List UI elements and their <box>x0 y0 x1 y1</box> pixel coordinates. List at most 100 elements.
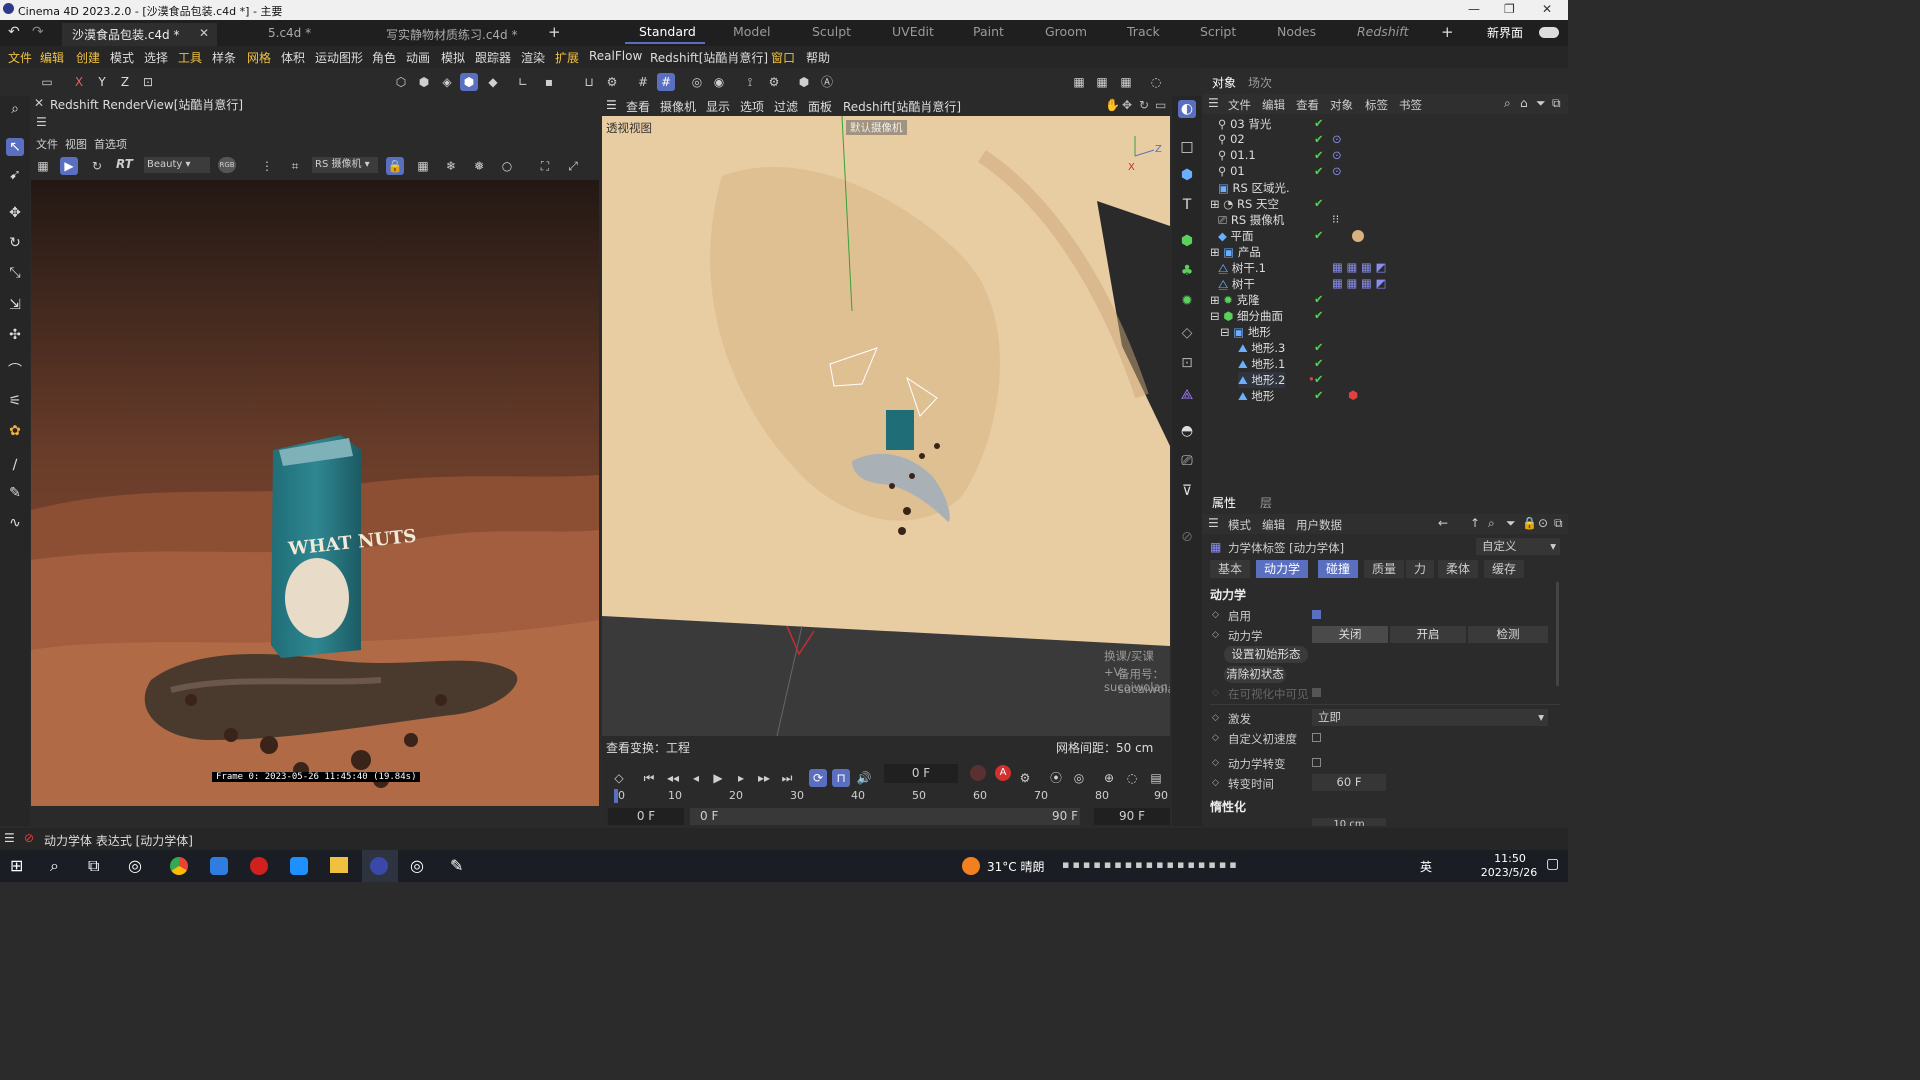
layout-tab-script[interactable]: Script <box>1200 24 1236 39</box>
menu-mograph[interactable]: 运动图形 <box>315 49 363 66</box>
menu-mesh[interactable]: 网格 <box>247 49 271 66</box>
current-frame-field[interactable]: 0 F <box>884 764 958 783</box>
menu-select[interactable]: 选择 <box>144 49 168 66</box>
anim-dot-icon[interactable]: ◇ <box>1212 610 1219 620</box>
app-search-icon[interactable]: ◎ <box>410 856 424 875</box>
subtab-basic[interactable]: 基本 <box>1210 560 1251 578</box>
snap-settings-icon[interactable]: ⚙ <box>603 73 621 91</box>
menu-realflow[interactable]: RealFlow <box>589 49 642 63</box>
chrome-icon[interactable] <box>170 857 188 875</box>
subtab-softbody[interactable]: 柔体 <box>1438 560 1479 578</box>
object-row[interactable]: ⊞ ◔ RS 天空 ✔ <box>1210 196 1324 212</box>
attr-search-icon[interactable]: ⌕ <box>1488 516 1495 531</box>
light-icon[interactable]: ◓ <box>1178 422 1196 440</box>
menu-mode[interactable]: 模式 <box>110 49 134 66</box>
rgb-toggle[interactable]: RGB <box>218 157 236 173</box>
anim-dot-icon[interactable]: ◇ <box>1212 733 1219 743</box>
layout-tab-redshift[interactable]: Redshift <box>1357 24 1409 39</box>
render-start-icon[interactable]: ▶ <box>60 157 78 175</box>
keyframe-settings-icon[interactable]: ⚙ <box>1016 769 1034 787</box>
points-mode-icon[interactable]: ⬡ <box>392 73 410 91</box>
go-start-icon[interactable]: ⏮ <box>640 769 658 787</box>
c4d-taskbar-icon[interactable] <box>370 857 388 875</box>
clock-date[interactable]: 2023/5/26 <box>1474 866 1544 879</box>
generator-icon[interactable]: ⬢ <box>1178 232 1196 250</box>
transform-icon[interactable]: ⇲ <box>6 296 24 314</box>
subtab-mass[interactable]: 质量 <box>1364 560 1405 578</box>
key-scale-icon[interactable]: ⊕ <box>1100 769 1118 787</box>
refresh-icon[interactable]: ↻ <box>88 157 106 175</box>
preset-select[interactable]: 自定义 ▾ <box>1476 538 1560 555</box>
texture-mode-icon[interactable]: ◆ <box>484 73 502 91</box>
preview-range-icon[interactable]: ⊓ <box>832 769 850 787</box>
tweak-mode-icon[interactable]: ▪ <box>540 73 558 91</box>
rv-menu-file[interactable]: 文件 <box>36 136 58 152</box>
subtab-force[interactable]: 力 <box>1406 560 1435 578</box>
vp-menu-view[interactable]: 查看 <box>626 98 650 115</box>
vp-menu-options[interactable]: 选项 <box>740 98 764 115</box>
back-icon[interactable]: ← <box>1438 516 1448 530</box>
go-end-icon[interactable]: ⏭ <box>778 769 796 787</box>
smooth-icon[interactable]: ∿ <box>6 514 24 532</box>
text-icon[interactable]: T <box>1178 196 1196 214</box>
tab-attributes[interactable]: 属性 <box>1212 494 1236 511</box>
menu-help[interactable]: 帮助 <box>806 49 830 66</box>
layout-tab-groom[interactable]: Groom <box>1045 24 1087 39</box>
close-icon[interactable]: ✕ <box>1542 2 1552 16</box>
aov-select[interactable]: Beauty ▾ <box>144 157 210 173</box>
new-window-icon[interactable]: ⧉ <box>1552 96 1561 111</box>
viewport-hamburger-icon[interactable]: ☰ <box>606 98 617 112</box>
object-row[interactable]: ⚲ 02 ✔ ⊙ <box>1218 132 1342 148</box>
brush-icon[interactable]: ∕ <box>6 456 24 474</box>
key-pla-icon[interactable]: ▤ <box>1147 769 1165 787</box>
character-icon[interactable]: ⟁ <box>1178 386 1196 404</box>
dynamics-on-button[interactable]: 开启 <box>1390 626 1466 643</box>
object-row[interactable]: ⚲ 01.1 ✔ ⊙ <box>1218 148 1342 164</box>
task-view-icon[interactable]: ⧉ <box>88 856 99 876</box>
menu-extensions[interactable]: 扩展 <box>555 49 579 66</box>
attr-menu-mode[interactable]: 模式 <box>1228 517 1251 533</box>
subtab-collision[interactable]: 碰撞 <box>1318 560 1359 578</box>
menu-volume[interactable]: 体积 <box>281 49 305 66</box>
circle-icon[interactable]: ○ <box>498 157 516 175</box>
object-row[interactable]: ⊞ ✹ 克隆 ✔ <box>1210 292 1324 308</box>
render-settings-icon[interactable]: ▦ <box>1117 73 1135 91</box>
object-row[interactable]: ⊞ ▣ 产品 <box>1210 244 1261 260</box>
camera-icon[interactable]: ⎚ <box>1178 452 1196 470</box>
layout-tab-model[interactable]: Model <box>733 24 771 39</box>
menu-edit[interactable]: 编辑 <box>40 49 64 66</box>
spline-pen-icon[interactable]: ✎ <box>6 484 24 502</box>
brush-tool-icon[interactable]: ⊘ <box>1178 528 1196 546</box>
snowflake-icon[interactable]: ❄ <box>442 157 460 175</box>
cube-icon[interactable]: ⬢ <box>1178 166 1196 184</box>
subtab-cache[interactable]: 缓存 <box>1484 560 1525 578</box>
clear-initial-state-button[interactable]: 清除初状态 <box>1224 666 1286 683</box>
end-frame-field[interactable]: 90 F <box>1094 808 1170 825</box>
floor-icon[interactable]: ⊽ <box>1178 482 1196 500</box>
anim-dot-icon[interactable]: ◇ <box>1212 778 1219 788</box>
menu-window[interactable]: 窗口 <box>771 49 795 66</box>
camera-select[interactable]: RS 摄像机 ▾ <box>312 157 378 173</box>
tiles-icon[interactable]: ▦ <box>414 157 432 175</box>
axis-x-toggle[interactable]: X <box>70 73 88 91</box>
explorer-icon[interactable] <box>330 857 348 873</box>
redshift-icon[interactable]: ◌ <box>1147 73 1165 91</box>
doc-tab-3[interactable]: 写实静物材质练习.c4d * <box>376 23 536 46</box>
layout-tab-sculpt[interactable]: Sculpt <box>812 24 851 39</box>
field-icon[interactable]: ◇ <box>1178 324 1196 342</box>
key-param-icon[interactable]: ◌ <box>1123 769 1141 787</box>
render-picture-viewer-icon[interactable]: ▦ <box>1093 73 1111 91</box>
world-coord-icon[interactable]: ⊡ <box>139 73 157 91</box>
scale-tool-icon[interactable]: ⤡ <box>6 264 24 282</box>
axis-mode-icon[interactable]: ∟ <box>514 73 532 91</box>
next-key-icon[interactable]: ▸▸ <box>755 769 773 787</box>
linear-threshold-field[interactable]: 10 cm <box>1312 818 1386 826</box>
mograph-icon[interactable]: ♣ <box>1178 262 1196 280</box>
tab-objects[interactable]: 对象 <box>1212 74 1236 91</box>
status-hamburger-icon[interactable]: ☰ <box>4 831 15 845</box>
crop-icon[interactable]: ⌗ <box>286 157 304 175</box>
menu-redshift[interactable]: Redshift[站酷肖意行] <box>650 49 768 66</box>
hamburger-icon[interactable]: ☰ <box>36 115 47 129</box>
menu-render[interactable]: 渲染 <box>521 49 545 66</box>
attr-hamburger-icon[interactable]: ☰ <box>1208 516 1219 530</box>
